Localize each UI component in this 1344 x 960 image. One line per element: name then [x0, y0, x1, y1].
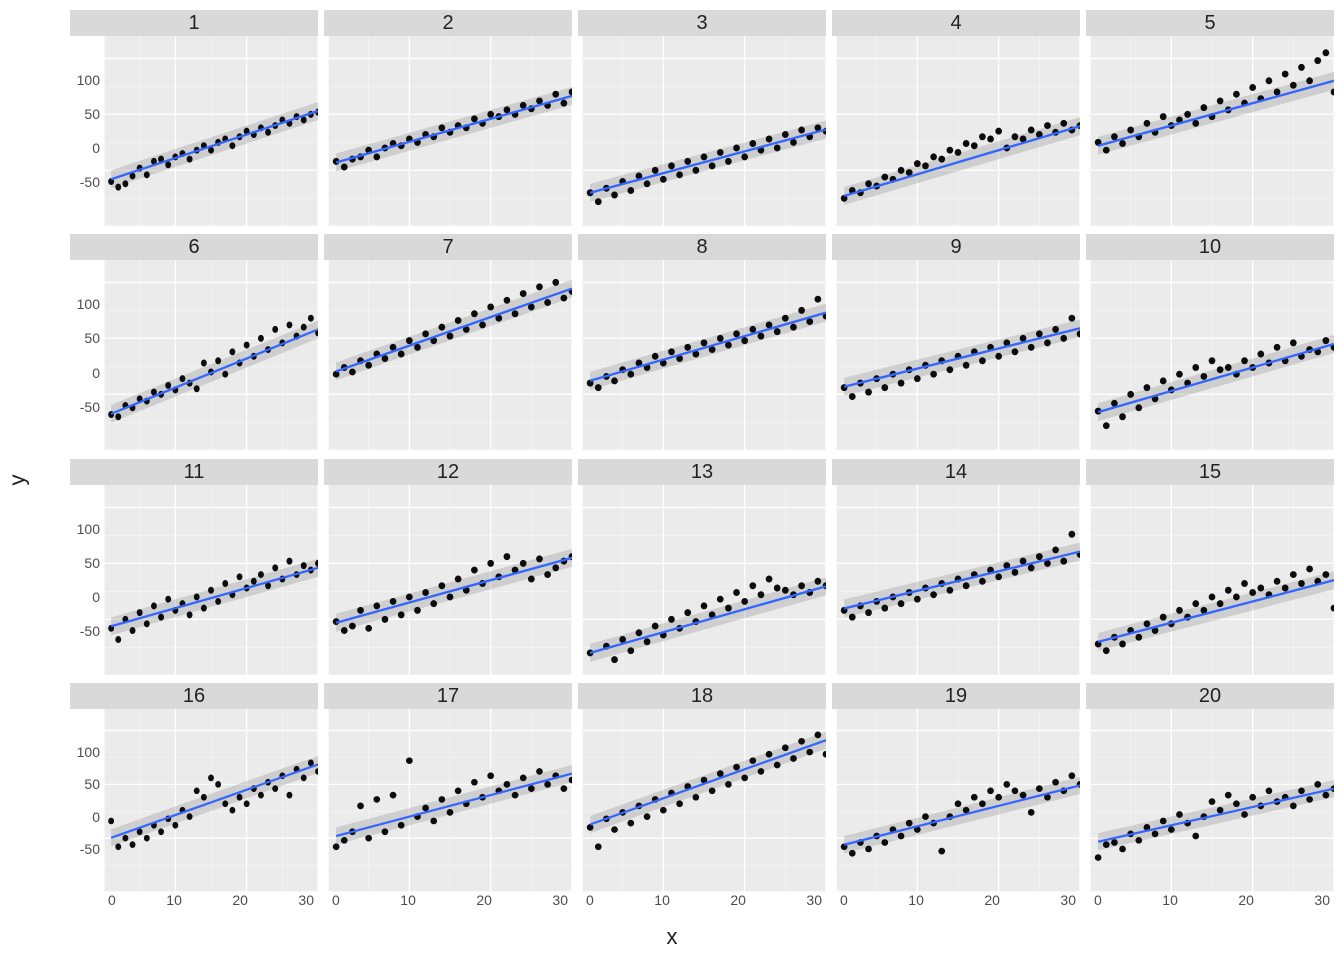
plot-area [582, 36, 826, 226]
y-tick-labels: . 100500-50 . [70, 485, 104, 675]
x-tick-spacer [324, 675, 572, 677]
facet-strip-label: 11 [70, 459, 318, 485]
facet-panel: 8 [578, 234, 826, 452]
x-tick-spacer [578, 675, 826, 677]
facet-strip-label: 20 [1086, 683, 1334, 709]
x-tick-spacer [324, 226, 572, 228]
plot-area [582, 485, 826, 675]
x-tick-spacer [832, 226, 1080, 228]
facet-strip-label: 17 [324, 683, 572, 709]
x-tick-spacer [1086, 675, 1334, 677]
facet-strip-label: 1 [70, 10, 318, 36]
plot-area [582, 709, 826, 892]
plot-area [104, 709, 318, 892]
facet-panel: 9 [832, 234, 1080, 452]
facet-panel: 18 0102030 [578, 683, 826, 910]
plot-area [104, 260, 318, 450]
facet-panel: 3 [578, 10, 826, 228]
plot-area [1090, 709, 1334, 892]
facet-panel: 2 [324, 10, 572, 228]
facet-strip-label: 10 [1086, 234, 1334, 260]
x-tick-spacer [70, 675, 318, 677]
facet-panel: 6 . 100500-50 . [70, 234, 318, 452]
figure: y x 1 . 100500-50 . 2 [0, 0, 1344, 960]
plot-area [836, 709, 1080, 892]
y-tick-labels: . 100500-50 . [70, 260, 104, 450]
facet-panel: 5 [1086, 10, 1334, 228]
facet-grid: 1 . 100500-50 . 2 [70, 10, 1334, 910]
facet-strip-label: 13 [578, 459, 826, 485]
x-axis-title: x [667, 924, 678, 950]
plot-area [328, 485, 572, 675]
facet-strip-label: 19 [832, 683, 1080, 709]
facet-strip-label: 2 [324, 10, 572, 36]
x-tick-spacer [832, 451, 1080, 453]
x-tick-labels: 0102030 [836, 892, 1080, 910]
facet-strip-label: 5 [1086, 10, 1334, 36]
x-tick-spacer [578, 451, 826, 453]
plot-area [328, 709, 572, 892]
plot-area [836, 260, 1080, 450]
facet-panel: 7 [324, 234, 572, 452]
y-tick-labels: . 100500-50 . [70, 36, 104, 226]
plot-area [582, 260, 826, 450]
facet-panel: 17 0102030 [324, 683, 572, 910]
facet-panel: 4 [832, 10, 1080, 228]
x-tick-spacer [832, 675, 1080, 677]
facet-panel: 10 [1086, 234, 1334, 452]
facet-strip-label: 4 [832, 10, 1080, 36]
plot-area [836, 485, 1080, 675]
facet-panel: 19 0102030 [832, 683, 1080, 910]
x-tick-labels: 0102030 [104, 892, 318, 910]
facet-strip-label: 6 [70, 234, 318, 260]
facet-panel: 1 . 100500-50 . [70, 10, 318, 228]
plot-area [1090, 260, 1334, 450]
plot-area [1090, 36, 1334, 226]
x-tick-labels: 0102030 [328, 892, 572, 910]
facet-strip-label: 7 [324, 234, 572, 260]
facet-strip-label: 12 [324, 459, 572, 485]
x-tick-labels: 0102030 [582, 892, 826, 910]
facet-strip-label: 15 [1086, 459, 1334, 485]
facet-panel: 13 [578, 459, 826, 677]
plot-area [328, 260, 572, 450]
plot-area [1090, 485, 1334, 675]
facet-strip-label: 8 [578, 234, 826, 260]
facet-panel: 20 0102030 [1086, 683, 1334, 910]
x-tick-spacer [70, 451, 318, 453]
facet-panel: 16 . 100500-50 . 0102030 [70, 683, 318, 910]
facet-strip-label: 14 [832, 459, 1080, 485]
x-tick-spacer [70, 226, 318, 228]
x-tick-spacer [578, 226, 826, 228]
facet-strip-label: 3 [578, 10, 826, 36]
plot-area [836, 36, 1080, 226]
x-tick-spacer [1086, 226, 1334, 228]
plot-area [328, 36, 572, 226]
x-tick-spacer [1086, 451, 1334, 453]
facet-panel: 11 . 100500-50 . [70, 459, 318, 677]
facet-panel: 12 [324, 459, 572, 677]
facet-strip-label: 18 [578, 683, 826, 709]
y-axis-title: y [5, 475, 31, 486]
facet-strip-label: 16 [70, 683, 318, 709]
x-tick-labels: 0102030 [1090, 892, 1334, 910]
facet-panel: 14 [832, 459, 1080, 677]
plot-area [104, 36, 318, 226]
facet-strip-label: 9 [832, 234, 1080, 260]
y-tick-labels: . 100500-50 . [70, 709, 104, 892]
facet-panel: 15 [1086, 459, 1334, 677]
x-tick-spacer [324, 451, 572, 453]
plot-area [104, 485, 318, 675]
